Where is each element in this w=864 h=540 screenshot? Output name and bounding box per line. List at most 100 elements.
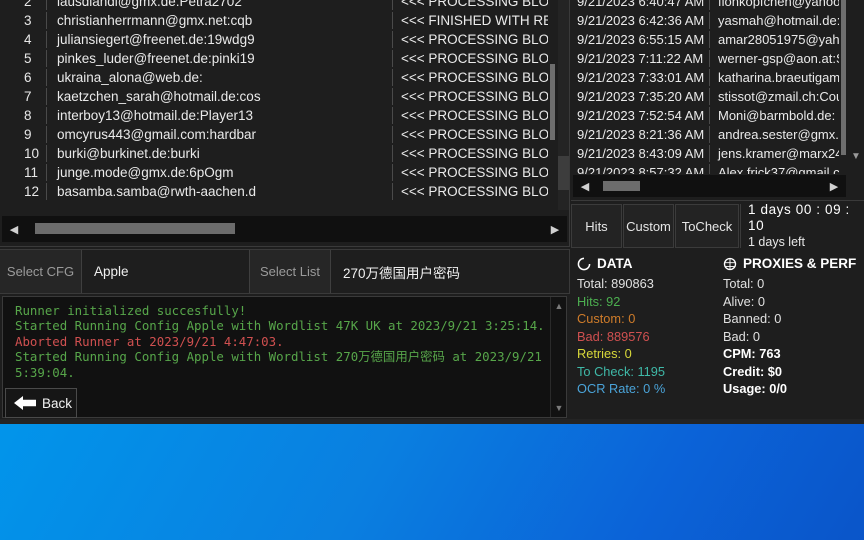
- hit-row[interactable]: 9/21/2023 7:11:22 AM werner-gsp@aon.at:S: [571, 49, 864, 68]
- stat-row: Alive: 0: [723, 293, 863, 311]
- row-credential: kaetzchen_sarah@hotmail.de:cos: [57, 89, 261, 104]
- select-list-button[interactable]: Select List: [249, 250, 331, 293]
- row-index: 11: [24, 165, 39, 180]
- stat-value: 0: [621, 346, 632, 361]
- tab-custom[interactable]: Custom: [623, 204, 674, 248]
- hits-vertical-scrollbar[interactable]: ▼: [849, 0, 864, 174]
- stat-key: Alive:: [723, 293, 755, 309]
- scroll-left-arrow-icon[interactable]: ◀: [2, 223, 26, 236]
- hit-row[interactable]: 9/21/2023 8:43:09 AM jens.kramer@marx24: [571, 144, 864, 163]
- hit-timestamp: 9/21/2023 8:43:09 AM: [577, 146, 705, 161]
- runner-log-row[interactable]: 2 lausdlandl@gmx.de:Petra2702 <<< PROCESSI…: [2, 0, 569, 11]
- hits-scroll-down-arrow-icon[interactable]: ▼: [849, 150, 863, 164]
- stat-row: Retries: 0: [577, 345, 717, 363]
- hit-row[interactable]: 9/21/2023 6:40:47 AM fionkopfchen@yahoo: [571, 0, 864, 11]
- tab-tocheck-label: ToCheck: [681, 218, 733, 234]
- hits-results-panel[interactable]: 9/21/2023 6:40:47 AM fionkopfchen@yahoo 9/…: [571, 0, 864, 201]
- hit-row[interactable]: 9/21/2023 7:52:54 AM Moni@barmbold.de:: [571, 106, 864, 125]
- runner-log-list[interactable]: 2 lausdlandl@gmx.de:Petra2702 <<< PROCESSI…: [0, 0, 569, 210]
- runner-log-row[interactable]: 4 juliansiegert@freenet.de:19wdg9 <<< PROC…: [2, 30, 569, 49]
- hits-scroll-right-arrow-icon[interactable]: ▶: [822, 180, 846, 193]
- row-status: <<< PROCESSING BLOCK: R: [401, 51, 569, 66]
- left-hscroll-thumb[interactable]: [35, 223, 235, 234]
- left-list-inner-scrollbar[interactable]: [548, 0, 558, 210]
- runner-log-row[interactable]: 7 kaetzchen_sarah@hotmail.de:cos <<< PROCE…: [2, 87, 569, 106]
- runner-log-list-panel[interactable]: 2 lausdlandl@gmx.de:Petra2702 <<< PROCESSI…: [0, 0, 570, 247]
- stat-value: 1195: [633, 363, 665, 379]
- hit-row[interactable]: 9/21/2023 6:42:36 AM yasmah@hotmail.de:: [571, 11, 864, 30]
- stat-value: 0: [753, 276, 765, 291]
- row-index: 8: [24, 108, 32, 123]
- tab-hits-label: Hits: [585, 218, 608, 234]
- hits-results-list[interactable]: 9/21/2023 6:40:47 AM fionkopfchen@yahoo 9/…: [571, 0, 864, 174]
- runner-log-row[interactable]: 10 burki@burkinet.de:burki <<< PROCESSING …: [2, 144, 569, 163]
- select-cfg-label: Select CFG: [6, 264, 75, 279]
- runner-log-row[interactable]: 9 omcyrus443@gmail.com:hardbar <<< PROCESS…: [2, 125, 569, 144]
- left-list-vertical-scroll-thumb[interactable]: [558, 156, 569, 190]
- stat-row: CPM: 763: [723, 345, 863, 363]
- stat-value: 0/0: [765, 381, 788, 396]
- hits-inner-scrollbar[interactable]: [839, 0, 849, 174]
- hit-timestamp: 9/21/2023 8:21:36 AM: [577, 127, 705, 142]
- hit-row[interactable]: 9/21/2023 7:33:01 AM katharina.braeutigam: [571, 68, 864, 87]
- runner-log-row[interactable]: 6 ukraina_alona@web.de: <<< PROCESSING BLO…: [2, 68, 569, 87]
- tab-tocheck[interactable]: ToCheck: [675, 204, 739, 248]
- row-status: <<< PROCESSING BLOCK: R: [401, 32, 569, 47]
- runner-log-row[interactable]: 11 junge.mode@gmx.de:6pOgm <<< PROCESSING …: [2, 163, 569, 182]
- hits-hscroll-thumb[interactable]: [603, 181, 640, 191]
- stat-key: Credit:: [723, 363, 765, 379]
- stat-row: Total: 890863: [577, 275, 717, 293]
- hit-timestamp: 9/21/2023 7:35:20 AM: [577, 89, 705, 104]
- select-cfg-button[interactable]: Select CFG: [0, 250, 82, 293]
- row-index: 7: [24, 89, 32, 104]
- selected-list-value: 270万德国用户密码: [343, 265, 461, 281]
- stat-key: Bad:: [723, 328, 750, 344]
- hit-row[interactable]: 9/21/2023 7:35:20 AM stissot@zmail.ch:Cou: [571, 87, 864, 106]
- runner-console-output: Runner initialized succesfully! Started R…: [3, 297, 550, 417]
- stat-key: Hits:: [577, 293, 603, 309]
- hit-row[interactable]: 9/21/2023 8:21:36 AM andrea.sester@gmx.d: [571, 125, 864, 144]
- runner-log-row[interactable]: 8 interboy13@hotmail.de:Player13 <<< PROCE…: [2, 106, 569, 125]
- tab-custom-label: Custom: [626, 218, 671, 234]
- row-credential: burki@burkinet.de:burki: [57, 146, 200, 161]
- console-scroll-up-arrow-icon[interactable]: ▲: [551, 299, 566, 313]
- back-button[interactable]: Back: [5, 388, 77, 418]
- row-credential: ukraina_alona@web.de:: [57, 70, 203, 85]
- left-list-horizontal-scrollbar[interactable]: ◀ ▶: [2, 216, 567, 242]
- stat-key: OCR Rate:: [577, 381, 640, 396]
- console-scroll-down-arrow-icon[interactable]: ▼: [551, 401, 566, 415]
- tab-hits[interactable]: Hits: [571, 204, 622, 248]
- proxies-panel-title: PROXIES & PERF: [743, 256, 857, 271]
- console-vertical-scrollbar[interactable]: ▲ ▼: [550, 297, 566, 417]
- stat-row: Banned: 0: [723, 310, 863, 328]
- row-status: <<< PROCESSING BLOCK: R: [401, 165, 569, 180]
- openbullet-app-window: 2 lausdlandl@gmx.de:Petra2702 <<< PROCESSI…: [0, 0, 864, 424]
- left-list-inner-scroll-thumb[interactable]: [550, 64, 555, 140]
- hit-row[interactable]: 9/21/2023 6:55:15 AM amar28051975@yah: [571, 30, 864, 49]
- stat-value: 890863: [607, 276, 654, 291]
- hits-inner-scroll-thumb[interactable]: [841, 0, 846, 155]
- stat-value: 0: [754, 293, 765, 309]
- row-status: <<< PROCESSING BLOCK: R: [401, 70, 569, 85]
- stat-key: To Check:: [577, 363, 634, 379]
- stat-row: Custom: 0: [577, 310, 717, 328]
- row-index: 5: [24, 51, 32, 66]
- hits-scroll-left-arrow-icon[interactable]: ◀: [573, 180, 597, 193]
- row-index: 2: [24, 0, 32, 9]
- runner-log-row[interactable]: 5 pinkes_luder@freenet.de:pinki19 <<< PROC…: [2, 49, 569, 68]
- row-credential: omcyrus443@gmail.com:hardbar: [57, 127, 257, 142]
- row-status: <<< PROCESSING BLOCK: R: [401, 127, 569, 142]
- runtime-timer: 1 days 00 : 09 : 10 1 days left: [740, 202, 864, 249]
- left-list-vertical-scrollbar[interactable]: [558, 0, 569, 210]
- proxies-stat-rows: Total: 0 Alive: 0 Banned: 0 Bad: 0 CPM: 763 C…: [723, 275, 863, 398]
- row-status: <<< PROCESSING BLOCK: R: [401, 108, 569, 123]
- runner-console-panel[interactable]: Runner initialized succesfully! Started R…: [2, 296, 567, 418]
- scroll-right-arrow-icon[interactable]: ▶: [543, 223, 567, 236]
- runner-log-row[interactable]: 12 basamba.samba@rwth-aachen.d <<< PROCESS…: [2, 182, 569, 201]
- hits-horizontal-scrollbar[interactable]: ◀ ▶: [573, 175, 846, 197]
- row-status: <<< FINISHED WITH RESUL: [401, 13, 569, 28]
- hit-row[interactable]: 9/21/2023 8:57:32 AM Alex.frick37@gmail.c: [571, 163, 864, 174]
- row-status: <<< PROCESSING BLOCK: R: [401, 0, 569, 9]
- stat-row: Hits: 92: [577, 293, 717, 311]
- runner-log-row[interactable]: 3 christianherrmann@gmx.net:cqb <<< FINISH…: [2, 11, 569, 30]
